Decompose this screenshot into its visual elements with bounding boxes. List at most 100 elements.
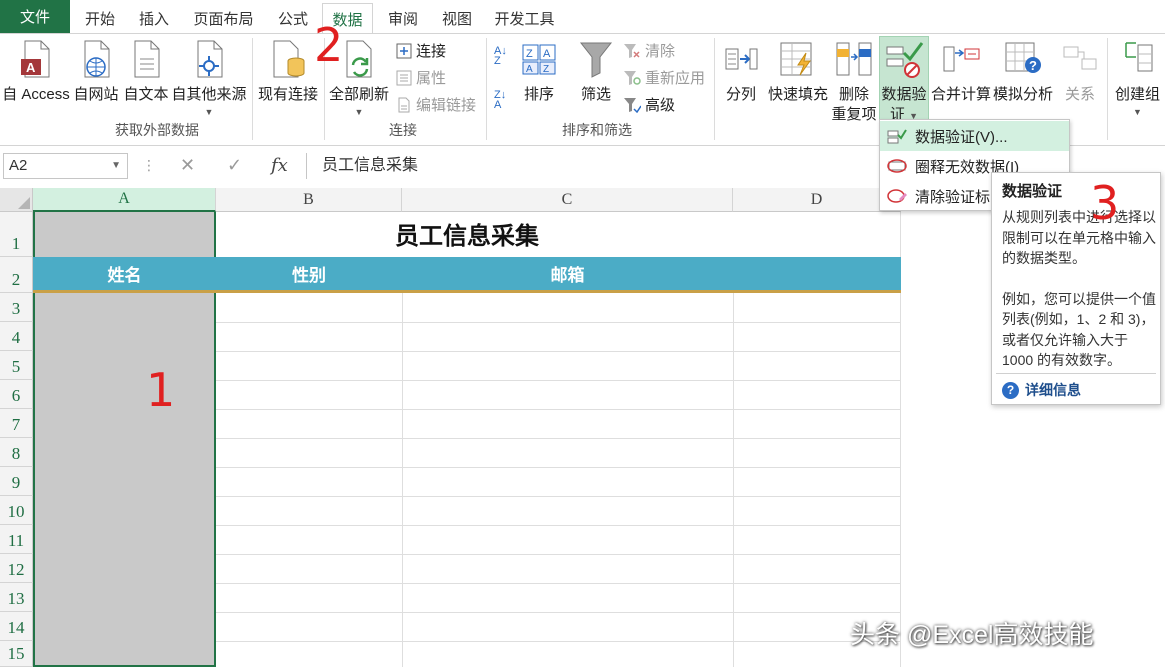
row-header[interactable]: 12 [0,554,33,583]
sort-az-button[interactable]: A↓ Z [494,45,507,67]
header-cell-name[interactable]: 姓名 [33,257,216,293]
row-header[interactable]: 7 [0,409,33,438]
chevron-down-icon: ▼ [1133,107,1142,117]
chevron-down-icon: ▼ [204,107,214,117]
existing-connections-label: 现有连接 [257,86,319,103]
from-web-button[interactable]: 自网站 [72,39,120,119]
sort-za-button[interactable]: Z↓ A [494,89,507,111]
group-separator [252,38,253,140]
tab-developer[interactable]: 开发工具 [487,4,562,33]
tooltip-divider [996,373,1156,374]
remove-duplicates-icon [836,42,872,76]
row-header[interactable]: 4 [0,322,33,351]
remove-duplicates-label-1: 删除 [838,86,870,103]
sort-az-icon: A↓ Z [494,45,507,67]
reapply-button[interactable]: 重新应用 [623,67,705,88]
name-box-value: A2 [9,157,28,174]
edit-links-button[interactable]: 编辑链接 [396,94,476,115]
svg-text:?: ? [1029,58,1037,73]
header-cell-email[interactable]: 邮箱 [402,257,733,293]
row-header[interactable]: 11 [0,525,33,554]
from-access-button[interactable]: A 自 Access [2,39,70,119]
filter-button[interactable]: 筛选 [574,39,618,119]
properties-button[interactable]: 属性 [396,67,446,88]
data-validation-button[interactable]: 数据验 证 ▼ [879,39,929,123]
tooltip-title: 数据验证 [1002,183,1063,200]
sort-za-icon: Z↓ A [494,89,507,111]
group-button[interactable]: 创建组 ▼ [1110,39,1165,119]
from-text-button[interactable]: 自文本 [122,39,170,119]
column-header-a[interactable]: A [33,188,216,212]
tab-formulas[interactable]: 公式 [268,4,318,33]
other-sources-icon [197,40,223,78]
select-all-corner[interactable] [0,188,33,212]
data-validation-tooltip: 数据验证 从规则列表中进行选择以限制可以在单元格中输入的数据类型。 例如，您可以… [991,172,1161,405]
svg-text:A: A [526,64,533,75]
existing-connections-button[interactable]: 现有连接 [256,39,320,119]
relationships-icon [1063,46,1097,70]
tab-view[interactable]: 视图 [432,4,482,33]
relationships-button[interactable]: 关系 [1058,39,1102,119]
advanced-filter-icon [624,97,641,113]
watermark: 头条 @Excel高效技能 [850,621,1094,649]
annotation-1: 1 [146,363,176,417]
insert-function-icon[interactable]: fx [271,155,288,176]
refresh-all-label: 全部刷新 [328,86,390,103]
from-other-sources-button[interactable]: 自其他来源 ▼ [171,39,247,119]
cancel-icon[interactable]: ✕ [180,155,195,176]
tab-page-layout[interactable]: 页面布局 [186,4,261,33]
flash-fill-button[interactable]: 快速填充 [767,39,829,119]
from-web-label: 自网站 [73,86,119,103]
menu-item-data-validation[interactable]: 数据验证(V)... [880,121,1069,151]
row-header[interactable]: 2 [0,257,33,293]
what-if-analysis-button[interactable]: ? 模拟分析 [992,39,1054,119]
reapply-icon [624,70,641,85]
row-header[interactable]: 9 [0,467,33,496]
consolidate-button[interactable]: 合并计算 [930,39,992,119]
group-label-sort-filter: 排序和筛选 [562,122,632,138]
group-label-connections: 连接 [389,122,417,138]
row-header[interactable]: 15 [0,641,33,667]
tooltip-more-info-link[interactable]: ? 详细信息 [1002,380,1081,400]
refresh-icon [346,40,372,78]
flash-fill-label: 快速填充 [767,86,829,103]
text-to-columns-button[interactable]: 分列 [719,39,763,119]
reapply-label: 重新应用 [645,70,706,87]
name-box[interactable]: A2 ▼ [3,153,128,179]
column-header-d[interactable]: D [733,188,901,212]
sort-button[interactable]: Z A A Z 排序 [518,39,560,119]
row-header[interactable]: 13 [0,583,33,612]
tab-insert[interactable]: 插入 [129,4,179,33]
relationships-label: 关系 [1064,86,1096,103]
row-header[interactable]: 14 [0,612,33,641]
connections-button[interactable]: 连接 [396,40,446,61]
header-cell-gender[interactable]: 性别 [216,257,402,293]
row-header[interactable]: 6 [0,380,33,409]
remove-duplicates-button[interactable]: 删除 重复项 [831,39,877,123]
row-header[interactable]: 3 [0,293,33,322]
group-separator [1107,38,1108,140]
chevron-down-icon[interactable]: ▼ [111,154,121,178]
header-cell-empty[interactable] [733,257,901,293]
tab-home[interactable]: 开始 [75,4,125,33]
row-header[interactable]: 5 [0,351,33,380]
sheet-title[interactable]: 员工信息采集 [216,212,718,257]
column-header-b[interactable]: B [216,188,402,212]
sort-label: 排序 [523,86,555,103]
tooltip-body: 从规则列表中进行选择以限制可以在单元格中输入的数据类型。 例如，您可以提供一个值… [1002,207,1157,371]
tab-file[interactable]: 文件 [0,0,70,33]
from-text-label: 自文本 [123,86,169,103]
sort-icon: Z A A Z [522,44,556,75]
clear-filter-button[interactable]: 清除 [623,40,675,61]
more-options-icon: ⋮ [142,157,156,173]
existing-connections-icon [273,40,305,78]
advanced-filter-button[interactable]: 高级 [623,94,675,115]
column-header-c[interactable]: C [402,188,733,212]
row-header[interactable]: 8 [0,438,33,467]
from-access-label: 自 Access [2,86,70,103]
consolidate-icon [943,46,980,72]
enter-icon[interactable]: ✓ [227,155,242,176]
row-header[interactable]: 1 [0,212,33,257]
tab-review[interactable]: 审阅 [378,4,428,33]
row-header[interactable]: 10 [0,496,33,525]
